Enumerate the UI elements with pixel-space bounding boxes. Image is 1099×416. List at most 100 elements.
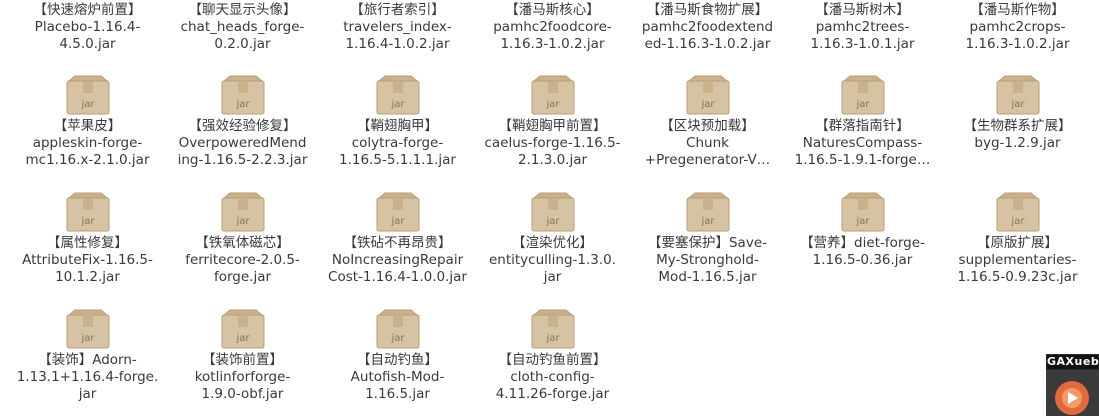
- jar-file-icon: jar: [376, 309, 420, 349]
- file-item[interactable]: jar 【鞘翅胸甲】 colytra-forge- 1.16.5-5.1.1.1.…: [320, 75, 475, 169]
- file-item[interactable]: jar 【装饰前置】 kotlinforforge- 1.9.0-obf.jar: [165, 309, 320, 403]
- jar-icon-label: jar: [545, 333, 560, 344]
- file-icon-container[interactable]: jar: [66, 309, 110, 349]
- file-name: 【区块预加载】 Chunk +Pregenerator-V…: [644, 118, 771, 168]
- file-icon-container[interactable]: jar: [376, 75, 420, 115]
- jar-icon-label: jar: [700, 99, 715, 110]
- file-icon-container[interactable]: jar: [686, 75, 730, 115]
- jar-file-icon: jar: [221, 192, 265, 232]
- file-name: 【旅行者索引】 travelers_index- 1.16.4-1.0.2.ja…: [343, 2, 452, 52]
- file-icon-container[interactable]: jar: [531, 75, 575, 115]
- file-name: 【潘马斯食物扩展】 pamhc2foodextend ed-1.16.3-1.0…: [641, 2, 774, 52]
- file-item[interactable]: 【快速熔炉前置】 Placebo-1.16.4- 4.5.0.jar: [10, 2, 165, 53]
- overlay-body: [1046, 370, 1099, 416]
- file-icon-container[interactable]: jar: [66, 192, 110, 232]
- jar-file-icon: jar: [841, 75, 885, 115]
- file-name: 【装饰】Adorn- 1.13.1+1.16.4-forge. jar: [16, 352, 159, 402]
- file-item[interactable]: jar 【渲染优化】 entityculling-1.3.0. jar: [475, 192, 630, 286]
- file-item[interactable]: jar 【鞘翅胸甲前置】 caelus-forge-1.16.5- 2.1.3.0…: [475, 75, 630, 169]
- file-icon-container[interactable]: jar: [66, 75, 110, 115]
- file-item[interactable]: 【潘马斯食物扩展】 pamhc2foodextend ed-1.16.3-1.0…: [630, 2, 785, 53]
- file-item[interactable]: 【潘马斯作物】 pamhc2crops- 1.16.3-1.0.2.jar: [940, 2, 1095, 53]
- jar-icon-label: jar: [235, 99, 250, 110]
- file-icon-container[interactable]: jar: [841, 75, 885, 115]
- file-icon-container[interactable]: jar: [996, 192, 1040, 232]
- app-icon: [1055, 381, 1089, 415]
- jar-file-icon: jar: [221, 75, 265, 115]
- file-icon-container[interactable]: jar: [376, 192, 420, 232]
- file-item[interactable]: jar 【原版扩展】 supplementaries- 1.16.5-0.9.23…: [940, 192, 1095, 286]
- file-icon-container[interactable]: jar: [221, 75, 265, 115]
- jar-file-icon: jar: [66, 192, 110, 232]
- file-name: 【铁砧不再昂贵】 NoIncreasingRepair Cost-1.16.4-…: [328, 235, 467, 285]
- overlay-app-window[interactable]: GAXueb: [1046, 354, 1099, 416]
- jar-icon-label: jar: [700, 216, 715, 227]
- jar-icon-label: jar: [235, 333, 250, 344]
- jar-icon-label: jar: [545, 99, 560, 110]
- jar-file-icon: jar: [221, 309, 265, 349]
- file-item[interactable]: 【潘马斯树木】 pamhc2trees- 1.16.3-1.0.1.jar: [785, 2, 940, 53]
- file-item[interactable]: jar 【营养】diet-forge- 1.16.5-0.36.jar: [785, 192, 940, 269]
- file-icon-container[interactable]: jar: [841, 192, 885, 232]
- file-name: 【聊天显示头像】 chat_heads_forge- 0.2.0.jar: [180, 2, 305, 52]
- file-icon-container[interactable]: jar: [221, 309, 265, 349]
- file-name: 【强效经验修复】 OverpoweredMend ing-1.16.5-2.2.…: [177, 118, 308, 168]
- jar-icon-label: jar: [80, 216, 95, 227]
- jar-file-icon: jar: [841, 192, 885, 232]
- jar-icon-label: jar: [1010, 99, 1025, 110]
- file-icon-container[interactable]: jar: [686, 192, 730, 232]
- file-grid: 【快速熔炉前置】 Placebo-1.16.4- 4.5.0.jar 【聊天显示头…: [0, 0, 1099, 416]
- file-name: 【苹果皮】 appleskin-forge- mc1.16.x-2.1.0.ja…: [25, 118, 150, 168]
- file-item[interactable]: jar 【自动钓鱼】 Autofish-Mod- 1.16.5.jar: [320, 309, 475, 403]
- file-item[interactable]: 【潘马斯核心】 pamhc2foodcore- 1.16.3-1.0.2.jar: [475, 2, 630, 53]
- jar-icon-label: jar: [1010, 216, 1025, 227]
- file-name: 【潘马斯树木】 pamhc2trees- 1.16.3-1.0.1.jar: [810, 2, 915, 52]
- jar-icon-label: jar: [390, 333, 405, 344]
- jar-icon-label: jar: [390, 99, 405, 110]
- jar-file-icon: jar: [531, 309, 575, 349]
- jar-icon-label: jar: [80, 333, 95, 344]
- file-item[interactable]: jar 【苹果皮】 appleskin-forge- mc1.16.x-2.1.0…: [10, 75, 165, 169]
- file-item[interactable]: jar 【铁砧不再昂贵】 NoIncreasingRepair Cost-1.16…: [320, 192, 475, 286]
- jar-icon-label: jar: [80, 99, 95, 110]
- jar-file-icon: jar: [996, 192, 1040, 232]
- jar-file-icon: jar: [686, 75, 730, 115]
- jar-file-icon: jar: [686, 192, 730, 232]
- overlay-label: GAXueb: [1047, 355, 1099, 369]
- jar-file-icon: jar: [531, 75, 575, 115]
- file-icon-container[interactable]: jar: [996, 75, 1040, 115]
- file-icon-container[interactable]: jar: [376, 309, 420, 349]
- file-item[interactable]: jar 【铁氧体磁芯】 ferritecore-2.0.5- forge.jar: [165, 192, 320, 286]
- file-name: 【原版扩展】 supplementaries- 1.16.5-0.9.23c.j…: [957, 235, 1078, 285]
- file-item[interactable]: jar 【生物群系扩展】 byg-1.2.9.jar: [940, 75, 1095, 152]
- file-icon-container[interactable]: jar: [531, 192, 575, 232]
- file-item[interactable]: 【旅行者索引】 travelers_index- 1.16.4-1.0.2.ja…: [320, 2, 475, 53]
- file-item[interactable]: 【聊天显示头像】 chat_heads_forge- 0.2.0.jar: [165, 2, 320, 53]
- file-name: 【装饰前置】 kotlinforforge- 1.9.0-obf.jar: [194, 352, 291, 402]
- jar-file-icon: jar: [531, 192, 575, 232]
- file-name: 【铁氧体磁芯】 ferritecore-2.0.5- forge.jar: [185, 235, 300, 285]
- file-item[interactable]: jar 【群落指南针】 NaturesCompass- 1.16.5-1.9.1-…: [785, 75, 940, 169]
- file-name: 【营养】diet-forge- 1.16.5-0.36.jar: [800, 235, 925, 268]
- file-item[interactable]: jar 【强效经验修复】 OverpoweredMend ing-1.16.5-2…: [165, 75, 320, 169]
- file-item[interactable]: jar 【要塞保护】Save- My-Stronghold- Mod-1.16.5…: [630, 192, 785, 286]
- file-icon-container[interactable]: jar: [531, 309, 575, 349]
- file-item[interactable]: jar 【属性修复】 AttributeFix-1.16.5- 10.1.2.ja…: [10, 192, 165, 286]
- file-name: 【快速熔炉前置】 Placebo-1.16.4- 4.5.0.jar: [33, 2, 142, 52]
- jar-icon-label: jar: [545, 216, 560, 227]
- file-icon-container[interactable]: jar: [221, 192, 265, 232]
- file-item[interactable]: jar 【区块预加载】 Chunk +Pregenerator-V…: [630, 75, 785, 169]
- file-name: 【潘马斯核心】 pamhc2foodcore- 1.16.3-1.0.2.jar: [493, 2, 612, 52]
- jar-file-icon: jar: [996, 75, 1040, 115]
- file-name: 【自动钓鱼】 Autofish-Mod- 1.16.5.jar: [350, 352, 445, 402]
- file-name: 【属性修复】 AttributeFix-1.16.5- 10.1.2.jar: [22, 235, 153, 285]
- file-item[interactable]: jar 【自动钓鱼前置】 cloth-config- 4.11.26-forge.…: [475, 309, 630, 403]
- jar-file-icon: jar: [66, 75, 110, 115]
- jar-file-icon: jar: [66, 309, 110, 349]
- file-name: 【要塞保护】Save- My-Stronghold- Mod-1.16.5.ja…: [647, 235, 767, 285]
- jar-icon-label: jar: [390, 216, 405, 227]
- file-item[interactable]: jar 【装饰】Adorn- 1.13.1+1.16.4-forge. jar: [10, 309, 165, 403]
- file-name: 【渲染优化】 entityculling-1.3.0. jar: [488, 235, 617, 285]
- file-name: 【潘马斯作物】 pamhc2crops- 1.16.3-1.0.2.jar: [965, 2, 1070, 52]
- file-name: 【鞘翅胸甲】 colytra-forge- 1.16.5-5.1.1.1.jar: [339, 118, 456, 168]
